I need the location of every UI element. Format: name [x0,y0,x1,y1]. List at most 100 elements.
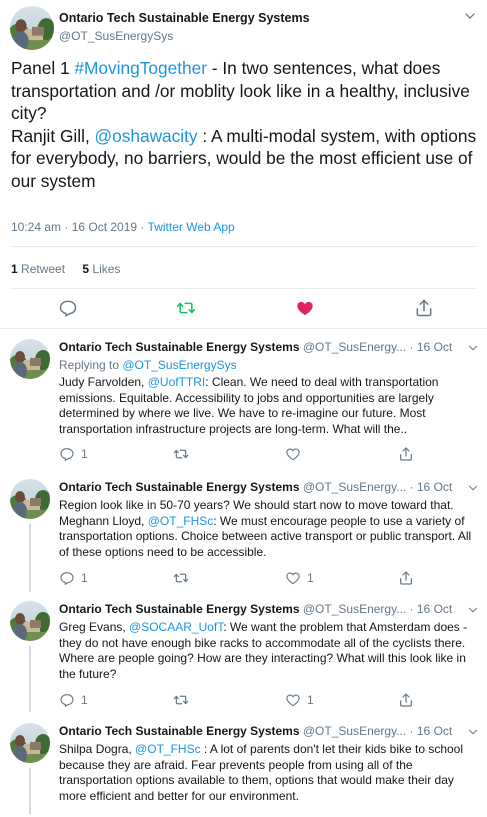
chevron-down-icon[interactable] [467,481,479,493]
reply-actions: 1 [59,446,459,464]
author-name[interactable]: Ontario Tech Sustainable Energy Systems [59,340,300,354]
reply-icon [59,570,75,586]
mention-link[interactable]: @UofTTRI [148,375,206,389]
like-icon [285,692,301,708]
reply-header: Ontario Tech Sustainable Energy Systems … [59,480,452,494]
reply-text: Judy Farvolden, @UofTTRI: Clean. We need… [59,375,481,437]
retweets-stat[interactable]: 1 Retweet [11,262,65,276]
divider [10,246,477,247]
reply-text: Region look like in 50-70 years? We shou… [59,498,481,560]
retweet-icon[interactable] [176,298,196,318]
author-name[interactable]: Ontario Tech Sustainable Energy Systems [59,724,300,738]
reply-tweet[interactable]: Ontario Tech Sustainable Energy Systems … [0,713,487,817]
like-count: 1 [307,571,314,585]
retweet-icon [173,692,189,708]
mention-link[interactable]: @OT_FHSc [148,514,214,528]
reply-text: Shilpa Dogra, @OT_FHSc : A lot of parent… [59,742,481,804]
avatar[interactable] [10,601,50,641]
share-button[interactable] [398,446,420,462]
author-handle[interactable]: @OT_SusEnergy... [303,724,406,738]
engagement-counts: 1 Retweet 5 Likes [11,262,120,276]
reply-header: Ontario Tech Sustainable Energy Systems … [59,602,452,616]
divider [10,288,477,289]
action-bar [0,298,487,322]
retweet-icon [173,570,189,586]
share-icon [398,446,414,462]
tweet-text-part: Ranjit Gill, [11,125,95,146]
author-name[interactable]: Ontario Tech Sustainable Energy Systems [59,602,300,616]
retweet-label: Retweet [17,262,66,276]
reply-actions: 1 1 [59,692,459,710]
like-button[interactable]: 1 [285,570,314,586]
retweet-button[interactable] [173,570,195,586]
reply-button[interactable]: 1 [59,692,88,708]
like-icon[interactable] [295,298,315,318]
thread-line [29,646,31,712]
retweet-count: 1 [11,262,18,276]
reply-tweet[interactable]: Ontario Tech Sustainable Energy Systems … [0,591,487,713]
thread-line [29,768,31,814]
reply-date[interactable]: · 16 Oct [406,602,453,616]
reply-button[interactable]: 1 [59,570,88,586]
source-link[interactable]: Twitter Web App [148,220,235,234]
reply-header: Ontario Tech Sustainable Energy Systems … [59,724,452,738]
like-icon [285,446,301,462]
reply-text-part: Region look like in 50-70 years? We shou… [59,498,454,512]
reply-date[interactable]: · 16 Oct [406,480,453,494]
reply-text-part: Meghann Lloyd, [59,513,148,528]
author-handle[interactable]: @OT_SusEnergy... [303,340,406,354]
author-name[interactable]: Ontario Tech Sustainable Energy Systems [59,11,310,25]
mention-link[interactable]: @oshawacity [95,126,198,146]
main-tweet: Ontario Tech Sustainable Energy Systems … [0,0,487,329]
reply-text-part: Greg Evans, [59,620,130,634]
replying-to: Replying to @OT_SusEnergySys [59,358,237,372]
chevron-down-icon[interactable] [467,603,479,615]
avatar[interactable] [10,6,54,50]
reply-tweet[interactable]: Ontario Tech Sustainable Energy Systems … [0,469,487,592]
like-button[interactable] [285,446,307,462]
reply-date[interactable]: · 16 Oct [406,724,453,738]
hashtag-link[interactable]: #MovingTogether [74,58,207,78]
share-icon [398,692,414,708]
avatar[interactable] [10,479,50,519]
reply-date[interactable]: · 16 Oct [406,340,453,354]
reply-icon [59,692,75,708]
reply-button[interactable]: 1 [59,446,88,462]
replying-to-link[interactable]: @OT_SusEnergySys [122,358,236,372]
replying-to-label: Replying to [59,358,123,372]
avatar[interactable] [10,723,50,763]
author-handle[interactable]: @OT_SusEnergy... [303,602,406,616]
share-button[interactable] [398,570,420,586]
retweet-button[interactable] [173,446,195,462]
author-name[interactable]: Ontario Tech Sustainable Energy Systems [59,480,300,494]
reply-header: Ontario Tech Sustainable Energy Systems … [59,340,452,354]
likes-stat[interactable]: 5 Likes [82,262,120,276]
reply-count: 1 [81,447,88,461]
tweet-text: Panel 1 #MovingTogether - In two sentenc… [11,57,481,192]
retweet-icon [173,446,189,462]
reply-tweet[interactable]: Ontario Tech Sustainable Energy Systems … [0,329,487,469]
thread-line [29,524,31,592]
reply-text: Greg Evans, @SOCAAR_UofT: We want the pr… [59,620,481,682]
mention-link[interactable]: @SOCAAR_UofT [129,620,223,634]
like-label: Likes [89,262,121,276]
like-icon [285,570,301,586]
author-handle[interactable]: @OT_SusEnergySys [59,29,173,43]
chevron-down-icon[interactable] [467,341,479,353]
share-button[interactable] [398,692,420,708]
mention-link[interactable]: @OT_FHSc [135,742,201,756]
avatar[interactable] [10,339,50,379]
chevron-down-icon[interactable] [463,9,477,23]
share-icon[interactable] [414,298,434,318]
like-button[interactable]: 1 [285,692,314,708]
chevron-down-icon[interactable] [467,725,479,737]
reply-count: 1 [81,571,88,585]
reply-text-part: Judy Farvolden, [59,375,148,389]
author-handle[interactable]: @OT_SusEnergy... [303,480,406,494]
retweet-button[interactable] [173,692,195,708]
reply-count: 1 [81,693,88,707]
reply-actions: 1 1 [59,570,459,588]
reply-icon [59,446,75,462]
reply-icon[interactable] [58,298,78,318]
timestamp[interactable]: 10:24 am · 16 Oct 2019 · [11,220,148,234]
